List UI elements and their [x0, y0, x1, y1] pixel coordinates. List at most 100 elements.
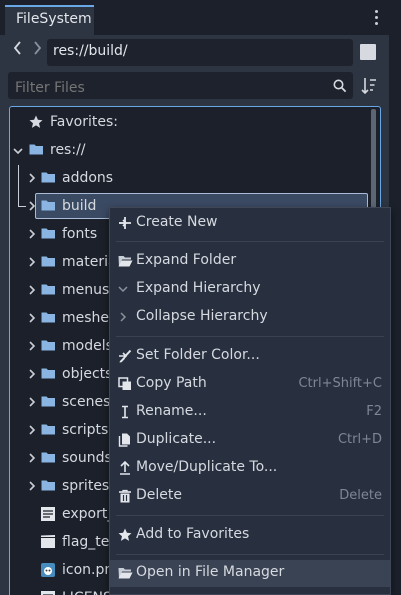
rename-icon [122, 405, 128, 419]
chevron-right-icon[interactable] [27, 313, 37, 323]
tree-root-row[interactable]: res:// [13, 137, 193, 163]
chevron-right-icon[interactable] [27, 425, 37, 435]
folder-icon [41, 228, 55, 239]
path-field[interactable]: res://build/ [47, 39, 353, 66]
folder-icon [41, 452, 55, 463]
folder-icon [41, 368, 55, 379]
folder-icon [41, 424, 55, 435]
search-icon [333, 79, 347, 93]
chevron-right-icon[interactable] [27, 229, 37, 239]
tree-item-label: build [62, 198, 97, 214]
folder-open-icon [118, 568, 133, 579]
chevron-right-icon[interactable] [27, 341, 37, 351]
menu-item-label: Duplicate... [136, 431, 217, 447]
menu-item-move-duplicate[interactable]: Move/Duplicate To... [110, 455, 390, 482]
menu-item-collapse-hierarchy[interactable]: Collapse Hierarchy [110, 304, 390, 331]
scene-icon [41, 535, 55, 548]
menu-item-expand-folder[interactable]: Expand Folder [110, 248, 390, 275]
menu-item-label: Delete [136, 487, 182, 503]
trash-icon [119, 489, 131, 503]
chevron-right-icon[interactable] [27, 481, 37, 491]
favorites-row[interactable]: Favorites: [29, 109, 209, 135]
folder-icon [41, 200, 55, 211]
menu-item-duplicate[interactable]: Duplicate... Ctrl+D [110, 427, 390, 454]
tree-item-label: sprites [62, 478, 110, 494]
duplicate-icon [118, 433, 130, 447]
tree-guide-line [18, 206, 26, 207]
folder-open-icon [118, 256, 133, 267]
folder-icon [41, 256, 55, 267]
folder-icon [41, 340, 55, 351]
menu-item-label: Expand Hierarchy [136, 280, 261, 296]
menu-item-label: Add to Favorites [136, 526, 250, 542]
chevron-right-icon[interactable] [27, 173, 37, 183]
move-icon [120, 461, 130, 475]
tree-item-label: objects [62, 366, 113, 382]
submenu-arrow-icon [119, 219, 128, 227]
menu-item-create-new[interactable]: Create New [110, 210, 390, 237]
menu-item-label: Create New [136, 214, 218, 230]
menu-item-label: Copy Path [136, 375, 207, 391]
menu-separator [116, 336, 384, 337]
tree-item-label: fonts [62, 226, 98, 242]
menu-item-shortcut: Delete [339, 488, 382, 503]
menu-item-delete[interactable]: Delete Delete [110, 483, 390, 510]
menu-separator [116, 554, 384, 555]
menu-item-label: Rename... [136, 403, 207, 419]
folder-icon [41, 312, 55, 323]
folder-icon [41, 172, 55, 183]
folder-icon [41, 480, 55, 491]
forward-icon[interactable] [32, 40, 42, 56]
folder-icon [41, 396, 55, 407]
menu-item-add-to-favorites[interactable]: Add to Favorites [110, 522, 390, 549]
folder-icon [29, 144, 43, 155]
context-menu: Create New Expand Folder Expand Hierarch… [109, 207, 391, 595]
chevron-right-icon[interactable] [27, 369, 37, 379]
chevron-right-icon[interactable] [27, 397, 37, 407]
chevron-down-icon[interactable] [13, 146, 23, 156]
menu-item-label: Expand Folder [136, 252, 237, 268]
menu-item-copy-path[interactable]: Copy Path Ctrl+Shift+C [110, 371, 390, 398]
chevron-right-icon[interactable] [27, 285, 37, 295]
tab-filesystem[interactable]: FileSystem [5, 5, 94, 35]
menu-item-label: Collapse Hierarchy [136, 308, 268, 324]
tree-item-label: scripts [62, 422, 109, 438]
menu-separator [116, 515, 384, 516]
tree-item-label: scenes [62, 394, 111, 410]
chevron-right-icon [120, 312, 127, 322]
folder-icon [41, 284, 55, 295]
menu-item-label: Set Folder Color... [136, 347, 260, 363]
text-file-icon [41, 507, 55, 521]
favorites-label: Favorites: [50, 114, 118, 130]
kebab-menu-icon[interactable] [371, 10, 381, 28]
chevron-right-icon[interactable] [27, 201, 37, 211]
tree-item-label: models [62, 338, 113, 354]
menu-item-expand-hierarchy[interactable]: Expand Hierarchy [110, 276, 390, 303]
chevron-down-icon [118, 286, 128, 293]
sort-icon[interactable] [361, 77, 377, 95]
star-icon [29, 115, 43, 128]
filter-files-input[interactable] [8, 72, 353, 99]
tree-item-label: addons [62, 170, 114, 186]
chevron-right-icon[interactable] [27, 453, 37, 463]
menu-separator [116, 241, 384, 242]
dock-tab-bar: FileSystem [0, 0, 389, 35]
tree-item-label: menus [62, 282, 110, 298]
tree-item-label: sounds [62, 450, 112, 466]
chevron-right-icon[interactable] [27, 257, 37, 267]
menu-item-rename[interactable]: Rename... F2 [110, 399, 390, 426]
tree-item-label: res:// [50, 142, 86, 158]
menu-item-shortcut: F2 [366, 404, 382, 419]
toggle-split-icon[interactable] [360, 44, 376, 60]
back-icon[interactable] [13, 40, 23, 56]
menu-item-open-in-file-manager[interactable]: Open in File Manager [110, 560, 390, 587]
tree-guide-line [18, 165, 19, 207]
tree-folder-row[interactable]: addons [27, 165, 367, 191]
star-icon [118, 528, 132, 541]
text-file-icon [41, 591, 55, 595]
menu-item-set-folder-color[interactable]: Set Folder Color... [110, 343, 390, 370]
menu-item-shortcut: Ctrl+D [337, 432, 382, 447]
menu-item-label: Open in File Manager [136, 564, 285, 580]
image-file-icon [41, 563, 55, 577]
menu-item-label: Move/Duplicate To... [136, 459, 278, 475]
